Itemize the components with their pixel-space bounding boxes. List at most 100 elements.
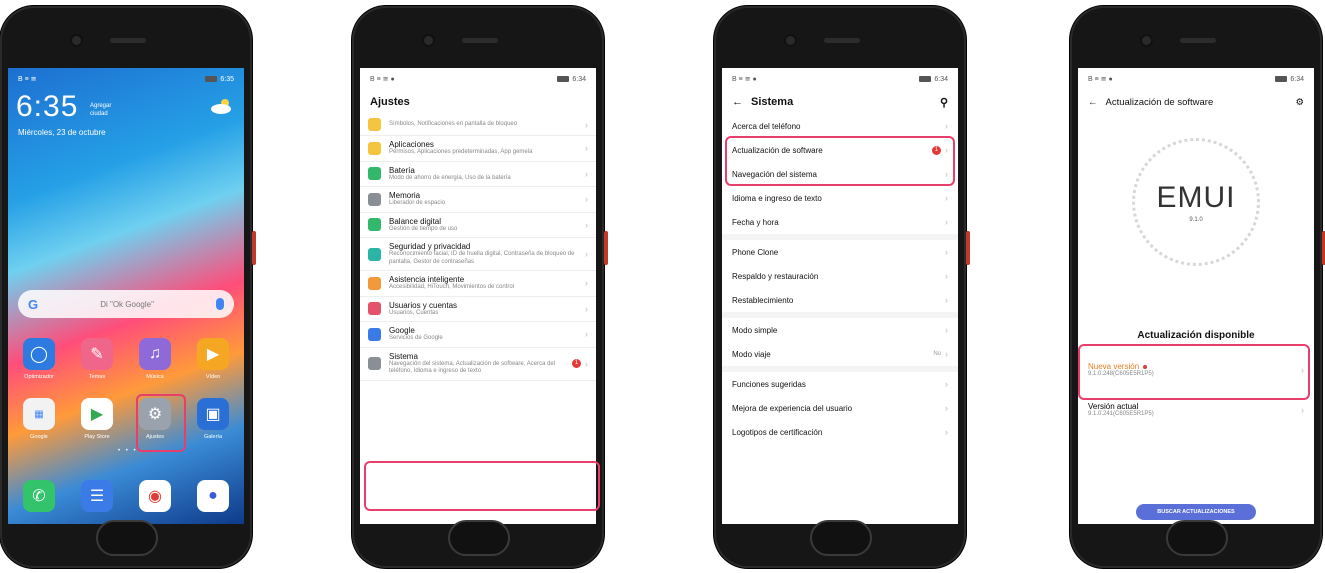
- dock-phone[interactable]: ✆: [14, 480, 64, 512]
- search-icon[interactable]: ⚲: [940, 96, 948, 109]
- settings-gear-icon[interactable]: ⚙: [1295, 97, 1304, 108]
- back-arrow-icon[interactable]: ←: [732, 96, 743, 108]
- chevron-right-icon: ›: [585, 168, 588, 179]
- sistema-item[interactable]: Respaldo y restauración ›: [722, 264, 958, 288]
- google-search-bar[interactable]: G Di "Ok Google": [18, 290, 234, 318]
- settings-item[interactable]: Batería Modo de ahorro de energía, Uso de…: [360, 162, 596, 187]
- sistema-item[interactable]: Restablecimiento ›: [722, 288, 958, 312]
- current-version-value: 9.1.0.241(C605E5R1P5): [1088, 411, 1154, 417]
- sistema-item-title: Phone Clone: [732, 247, 779, 257]
- home-button[interactable]: [1166, 520, 1228, 556]
- settings-item[interactable]: Aplicaciones Permisos, Aplicaciones prede…: [360, 136, 596, 162]
- new-version-highlight: [1078, 344, 1310, 400]
- sistema-item[interactable]: Funciones sugeridas ›: [722, 372, 958, 396]
- home-button[interactable]: [448, 520, 510, 556]
- battery-icon: [557, 75, 570, 82]
- dock-camera[interactable]: ●: [188, 480, 238, 512]
- add-city-line2: ciudad: [90, 111, 108, 117]
- settings-item[interactable]: Asistencia inteligente Accesibilidad, HiT…: [360, 271, 596, 297]
- home-button[interactable]: [810, 520, 872, 556]
- earpiece: [462, 38, 498, 43]
- dock-chrome[interactable]: ◉: [130, 480, 180, 512]
- ajustes-highlight: [136, 394, 186, 452]
- phone-home: B ≡ ≅ 6:35 6:35 Agregar ciudad Miércoles…: [0, 6, 256, 568]
- app-temas[interactable]: ✎ Temas: [72, 338, 122, 380]
- back-arrow-icon[interactable]: ←: [1088, 97, 1098, 108]
- sistema-item-title: Modo simple: [732, 325, 778, 335]
- status-icons: B ≡ ≅ ●: [1088, 76, 1113, 83]
- dock-messages[interactable]: ☰: [72, 480, 122, 512]
- sistema-item-title: Mejora de experiencia del usuario: [732, 403, 853, 413]
- sistema-item-text: Phone Clone: [732, 248, 941, 257]
- app-galeria[interactable]: ▣ Galería: [188, 398, 238, 440]
- home-button[interactable]: [96, 520, 158, 556]
- settings-item[interactable]: Balance digital Gestión de tiempo de uso ›: [360, 213, 596, 238]
- app-label: Vídeo: [205, 374, 221, 380]
- sistema-item-text: Logotipos de certificación: [732, 428, 941, 437]
- settings-item-text: Sistema Navegación del sistema, Actualiza…: [389, 352, 572, 376]
- update-available-heading: Actualización disponible: [1137, 330, 1255, 341]
- sistema-item-title: Funciones sugeridas: [732, 379, 806, 389]
- check-updates-button[interactable]: BUSCAR ACTUALIZACIONES: [1136, 504, 1256, 520]
- chevron-right-icon: ›: [945, 271, 948, 281]
- chevron-right-icon: ›: [585, 119, 588, 130]
- settings-item-icon: [368, 141, 381, 155]
- settings-item-text: Seguridad y privacidad Reconocimiento fac…: [389, 242, 581, 266]
- settings-item[interactable]: Símbolos, Notificaciones en pantalla de …: [360, 114, 596, 136]
- google-g-icon: G: [28, 296, 39, 312]
- sistema-item[interactable]: Mejora de experiencia del usuario ›: [722, 396, 958, 420]
- phone-sistema: B ≡ ≅ ● 6:34 ← Sistema ⚲ Acerca del telé…: [714, 6, 970, 568]
- app-optimizador[interactable]: ◯ Optimizador: [14, 338, 64, 380]
- settings-item-title: Google: [389, 326, 415, 335]
- weather-cloud-icon[interactable]: [210, 98, 234, 114]
- chevron-right-icon: ›: [945, 295, 948, 305]
- settings-item[interactable]: Sistema Navegación del sistema, Actualiza…: [360, 348, 596, 381]
- sistema-item-value: No: [933, 351, 941, 357]
- music-icon: ♫: [139, 338, 171, 370]
- power-button: [966, 231, 970, 265]
- sistema-item[interactable]: Modo simple ›: [722, 318, 958, 342]
- settings-item-subtitle: Servicios de Google: [389, 335, 443, 341]
- clock-widget[interactable]: 6:35: [16, 90, 78, 124]
- status-clock: 6:34: [1290, 75, 1304, 83]
- settings-item-subtitle: Permisos, Aplicaciones predeterminadas, …: [389, 149, 533, 155]
- chevron-right-icon: ›: [585, 194, 588, 205]
- status-icons: B ≡ ≅: [18, 76, 37, 83]
- settings-item[interactable]: Google Servicios de Google ›: [360, 322, 596, 348]
- settings-item-text: Aplicaciones Permisos, Aplicaciones prede…: [389, 140, 581, 157]
- app-google-folder[interactable]: ▦ Google: [14, 398, 64, 440]
- sistema-item-title: Idioma e ingreso de texto: [732, 193, 822, 203]
- chevron-right-icon: ›: [945, 349, 948, 359]
- settings-item-title: Sistema: [389, 351, 418, 361]
- status-icons: B ≡ ≅ ●: [370, 76, 395, 83]
- settings-item[interactable]: Seguridad y privacidad Reconocimiento fac…: [360, 238, 596, 271]
- app-label: Música: [146, 374, 164, 380]
- settings-item-icon: [368, 302, 381, 316]
- sistema-item[interactable]: Idioma e ingreso de texto ›: [722, 186, 958, 210]
- chevron-right-icon: ›: [945, 193, 948, 203]
- update-screen: B ≡ ≅ ● 6:34 ← Actualización de software…: [1078, 68, 1314, 524]
- settings-item-subtitle: Modo de ahorro de energía, Uso de la bat…: [389, 174, 511, 181]
- settings-item[interactable]: Usuarios y cuentas Usuarios, Cuentas ›: [360, 297, 596, 322]
- sistema-item-text: Funciones sugeridas: [732, 380, 941, 389]
- chevron-right-icon: ›: [945, 325, 948, 335]
- app-play-store[interactable]: ▶ Play Store: [72, 398, 122, 440]
- app-row-2: ▦ Google ▶ Play Store ⚙ Ajustes ▣ Galería: [14, 398, 238, 440]
- sistema-item[interactable]: Acerca del teléfono ›: [722, 114, 958, 138]
- settings-item-icon: [368, 118, 381, 131]
- settings-item-text: Google Servicios de Google: [389, 326, 581, 343]
- add-city-link[interactable]: Agregar ciudad: [90, 102, 111, 118]
- app-video[interactable]: ▶ Vídeo: [188, 338, 238, 380]
- app-label: Galería: [203, 434, 223, 440]
- page-title: Sistema: [751, 96, 794, 108]
- sistema-item[interactable]: Logotipos de certificación ›: [722, 420, 958, 444]
- current-version-item[interactable]: Versión actual 9.1.0.241(C605E5R1P5) ›: [1088, 402, 1304, 417]
- sistema-item[interactable]: Modo viaje No ›: [722, 342, 958, 366]
- mic-icon[interactable]: [215, 298, 224, 310]
- sistema-item[interactable]: Fecha y hora ›: [722, 210, 958, 234]
- sistema-item[interactable]: Phone Clone ›: [722, 240, 958, 264]
- settings-item[interactable]: Memoria Liberador de espacio ›: [360, 187, 596, 213]
- sistema-item-text: Mejora de experiencia del usuario: [732, 404, 941, 413]
- chevron-right-icon: ›: [585, 143, 588, 154]
- app-musica[interactable]: ♫ Música: [130, 338, 180, 380]
